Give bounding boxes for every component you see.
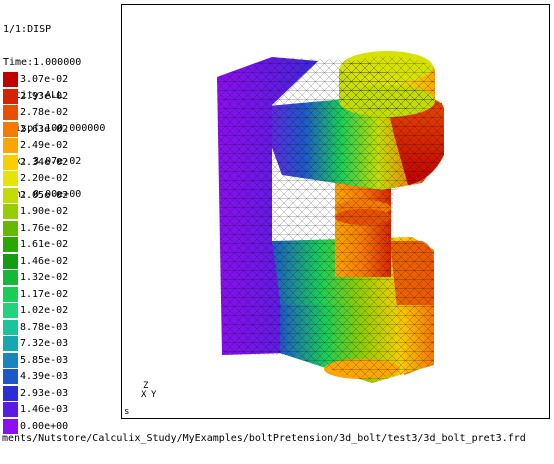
- legend-entry: 1.90e-02: [3, 204, 123, 221]
- model-viewport[interactable]: Z X Y s: [121, 4, 550, 419]
- fem-model-render: [217, 51, 444, 383]
- legend-entry: 2.78e-02: [3, 105, 123, 122]
- legend-swatch: [3, 72, 18, 87]
- legend-value: 2.34e-02: [20, 156, 69, 168]
- legend-value: 2.93e-02: [20, 90, 69, 102]
- legend-value: 1.90e-02: [20, 206, 69, 217]
- legend-value: 2.63e-02: [20, 123, 69, 135]
- legend-swatch: [3, 154, 18, 170]
- legend-swatch: [3, 138, 18, 153]
- legend-value: 2.20e-02: [20, 173, 69, 184]
- legend-value: 0.00e+00: [20, 420, 69, 432]
- legend-value: 8.78e-03: [20, 321, 69, 333]
- legend-value: 2.93e-03: [20, 387, 69, 399]
- legend-swatch: [3, 204, 18, 219]
- legend-value: 7.32e-03: [20, 338, 69, 349]
- legend-swatch: [3, 402, 18, 417]
- legend-value: 4.39e-03: [20, 371, 69, 382]
- legend-value: 2.05e-02: [20, 189, 69, 201]
- legend-swatch: [3, 319, 18, 335]
- legend-value: 1.32e-02: [20, 272, 69, 283]
- legend-swatch: [3, 220, 18, 236]
- time-value: Time:1.000000: [3, 57, 82, 68]
- legend-entry: 2.05e-02: [3, 187, 123, 205]
- legend-entry: 5.85e-03: [3, 352, 123, 370]
- corner-marker: s: [124, 407, 130, 417]
- legend-entry: 7.32e-03: [3, 336, 123, 353]
- legend-entry: 1.32e-02: [3, 270, 123, 287]
- legend-value: 2.78e-02: [20, 107, 69, 118]
- legend-value: 1.61e-02: [20, 239, 69, 250]
- legend-entry: 1.02e-02: [3, 303, 123, 320]
- legend-swatch: [3, 385, 18, 401]
- legend-entry: 3.07e-02: [3, 72, 123, 89]
- legend-entry: 1.46e-02: [3, 253, 123, 271]
- legend-entry: 1.46e-03: [3, 402, 123, 419]
- legend-swatch: [3, 171, 18, 186]
- legend-swatch: [3, 187, 18, 203]
- legend-value: 1.02e-02: [20, 305, 69, 316]
- legend-entry: 4.39e-03: [3, 369, 123, 386]
- legend-value: 1.46e-03: [20, 404, 69, 415]
- legend-swatch: [3, 352, 18, 368]
- legend-swatch: [3, 303, 18, 318]
- legend-value: 2.49e-02: [20, 140, 69, 151]
- legend-swatch: [3, 270, 18, 285]
- legend-swatch: [3, 121, 18, 137]
- legend-entry: 1.17e-02: [3, 286, 123, 304]
- axis-y-label: Y: [151, 390, 157, 400]
- legend-swatch: [3, 369, 18, 384]
- legend-swatch: [3, 253, 18, 269]
- step-title: 1/1:DISP: [3, 24, 52, 35]
- legend-entry: 2.93e-02: [3, 88, 123, 106]
- legend-entry: 2.63e-02: [3, 121, 123, 139]
- axis-x-label: X: [141, 390, 147, 400]
- legend-value: 5.85e-03: [20, 354, 69, 366]
- legend-entry: 1.76e-02: [3, 220, 123, 238]
- legend-entry: 2.49e-02: [3, 138, 123, 155]
- legend-entry: 8.78e-03: [3, 319, 123, 337]
- file-path: ments/Nutstore/Calculix_Study/MyExamples…: [2, 433, 526, 444]
- legend-value: 3.07e-02: [20, 74, 69, 85]
- legend-value: 1.46e-02: [20, 255, 69, 267]
- legend-swatch: [3, 286, 18, 302]
- legend-entry: 2.20e-02: [3, 171, 123, 188]
- legend-value: 1.17e-02: [20, 288, 69, 300]
- legend-entry: 1.61e-02: [3, 237, 123, 254]
- legend-entry: 2.93e-03: [3, 385, 123, 403]
- legend-swatch: [3, 336, 18, 351]
- legend-value: 1.76e-02: [20, 222, 69, 234]
- legend-entry: 2.34e-02: [3, 154, 123, 172]
- legend-swatch: [3, 88, 18, 104]
- legend-swatch: [3, 418, 18, 434]
- legend-swatch: [3, 237, 18, 252]
- legend-swatch: [3, 105, 18, 120]
